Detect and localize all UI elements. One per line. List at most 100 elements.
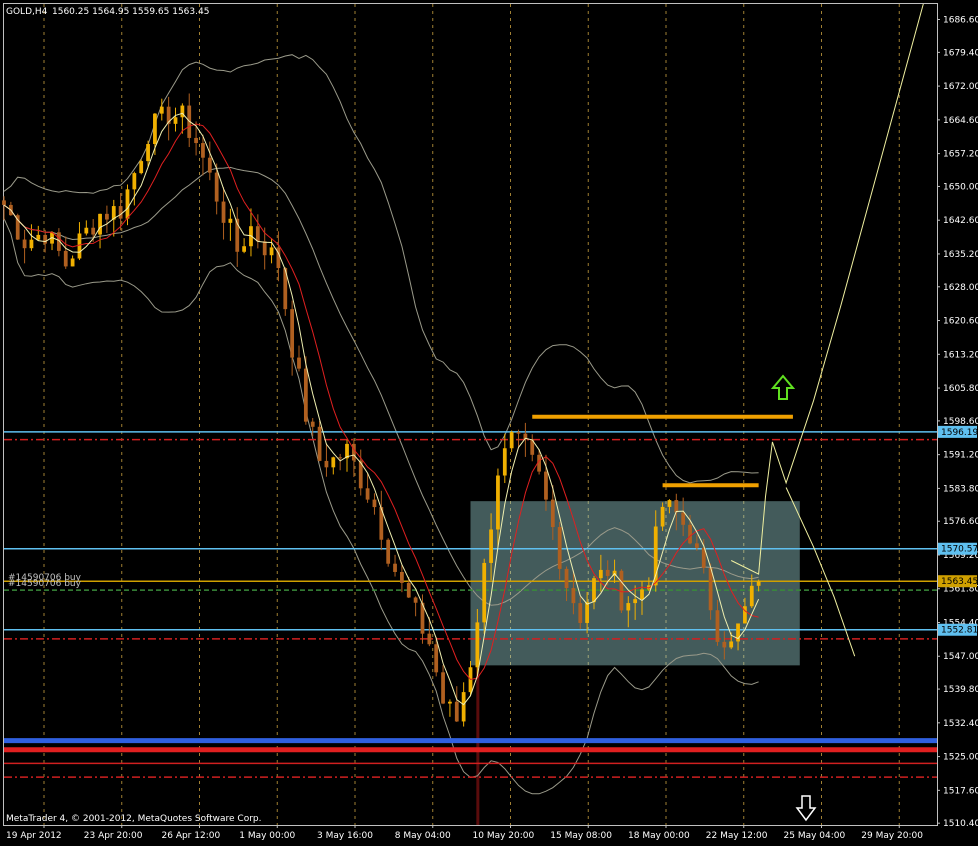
candle-body	[516, 432, 521, 434]
plot-frame	[3, 3, 938, 826]
candle-body	[324, 460, 329, 468]
candle-body	[688, 524, 692, 544]
y-tick-label: 1664.60	[943, 116, 978, 126]
candle-body	[550, 499, 555, 528]
candle-body	[63, 250, 68, 267]
candle-body	[125, 189, 130, 219]
candle-body	[194, 137, 198, 144]
candle-body	[482, 562, 487, 623]
y-tick-label: 1620.60	[943, 317, 978, 327]
candle-body	[105, 213, 109, 220]
candle-body	[269, 247, 274, 256]
candle-body	[722, 641, 727, 648]
candle-body	[393, 563, 397, 572]
copyright-footer: MetaTrader 4, © 2001-2012, MetaQuotes So…	[6, 814, 262, 824]
x-tick-label: 22 May 12:00	[706, 831, 768, 841]
candle-body	[201, 143, 205, 158]
arrow-up-icon	[770, 374, 796, 400]
y-tick-label: 1613.20	[943, 350, 978, 360]
y-tick-label: 1672.00	[943, 82, 978, 92]
candle-body	[146, 144, 150, 162]
candle-body	[557, 527, 562, 569]
volume-marker	[476, 665, 480, 825]
candle-body	[681, 512, 686, 525]
y-tick-label: 1635.20	[943, 250, 978, 260]
level-tag-label: 1552.81	[941, 626, 978, 636]
x-tick-label: 25 May 04:00	[784, 831, 846, 841]
candle-body	[434, 644, 439, 673]
candle-body	[509, 432, 514, 449]
y-tick-label: 1591.20	[943, 451, 978, 461]
x-tick-label: 19 Apr 2012	[6, 831, 62, 841]
candle-body	[303, 368, 308, 422]
candle-body	[448, 701, 452, 704]
candle-body	[592, 578, 596, 603]
candle-body	[262, 241, 267, 256]
candle-body	[715, 610, 720, 642]
x-tick-label: 23 Apr 20:00	[84, 831, 143, 841]
y-tick-label: 1686.60	[943, 16, 978, 26]
y-tick-label: 1576.60	[943, 517, 978, 527]
candle-body	[475, 622, 480, 668]
candle-body	[660, 506, 665, 527]
candle-body	[454, 701, 459, 722]
candle-body	[502, 448, 507, 476]
candle-body	[461, 692, 466, 722]
y-tick-label: 1583.80	[943, 484, 978, 494]
candle-body	[317, 426, 322, 461]
candle-body	[242, 246, 246, 252]
candle-body	[406, 582, 411, 598]
candle-body	[729, 641, 734, 648]
y-tick-label: 1642.60	[943, 216, 978, 226]
x-tick-label: 26 Apr 12:00	[162, 831, 221, 841]
y-tick-label: 1517.60	[943, 786, 978, 796]
x-tick-label: 1 May 00:00	[239, 831, 295, 841]
y-tick-label: 1525.00	[943, 753, 978, 763]
candle-body	[633, 599, 638, 604]
candle-body	[756, 581, 761, 586]
y-tick-label: 1628.00	[943, 283, 978, 293]
chart-window[interactable]: 1686.60 1679.40 1672.00 1664.60 1657.20 1650.…	[0, 0, 978, 846]
candle-body	[77, 233, 82, 259]
candle-body	[489, 529, 493, 563]
candle-body	[578, 603, 583, 623]
y-tick-label: 1605.80	[943, 384, 978, 394]
ohlc-readout: 1560.25 1564.95 1559.65 1563.45	[52, 7, 209, 17]
candle-body	[36, 234, 41, 240]
candle-body	[173, 117, 178, 124]
bollinger-bands	[3, 54, 759, 795]
candle-body	[598, 569, 603, 579]
candle-body	[22, 239, 27, 249]
candle-body	[84, 227, 89, 234]
candle-body	[132, 173, 137, 190]
candle-body	[619, 570, 624, 611]
level-tag-label: 1563.45	[941, 577, 978, 587]
x-tick-label: 8 May 04:00	[395, 831, 451, 841]
time-axis[interactable]: 19 Apr 2012 23 Apr 20:00 26 Apr 12:00 1 May…	[6, 825, 923, 841]
candle-body	[255, 226, 260, 242]
candle-body	[297, 357, 301, 369]
price-axis[interactable]: 1686.60 1679.40 1672.00 1664.60 1657.20 1650.…	[937, 16, 978, 830]
candle-body	[667, 500, 672, 507]
candle-body	[2, 200, 6, 205]
candle-body	[413, 597, 418, 603]
candle-body	[544, 471, 548, 500]
candle-body	[214, 172, 219, 202]
price-chart[interactable]: 1686.60 1679.40 1672.00 1664.60 1657.20 1650.…	[0, 0, 978, 846]
y-tick-label: 1539.80	[943, 685, 978, 695]
y-tick-label: 1679.40	[943, 48, 978, 58]
x-tick-label: 10 May 20:00	[473, 831, 535, 841]
candle-body	[310, 421, 315, 427]
x-tick-label: 29 May 20:00	[861, 831, 923, 841]
candle-body	[427, 633, 432, 645]
arrow-down-icon	[795, 795, 817, 822]
level-tag-label: 1596.19	[941, 428, 978, 438]
candle-body	[496, 475, 500, 530]
x-tick-label: 18 May 00:00	[628, 831, 690, 841]
candle-body	[441, 672, 445, 704]
candle-body	[43, 234, 48, 244]
candle-body	[653, 526, 658, 586]
candle-body	[708, 567, 713, 611]
candle-body	[153, 113, 157, 145]
candle-body	[626, 603, 631, 611]
